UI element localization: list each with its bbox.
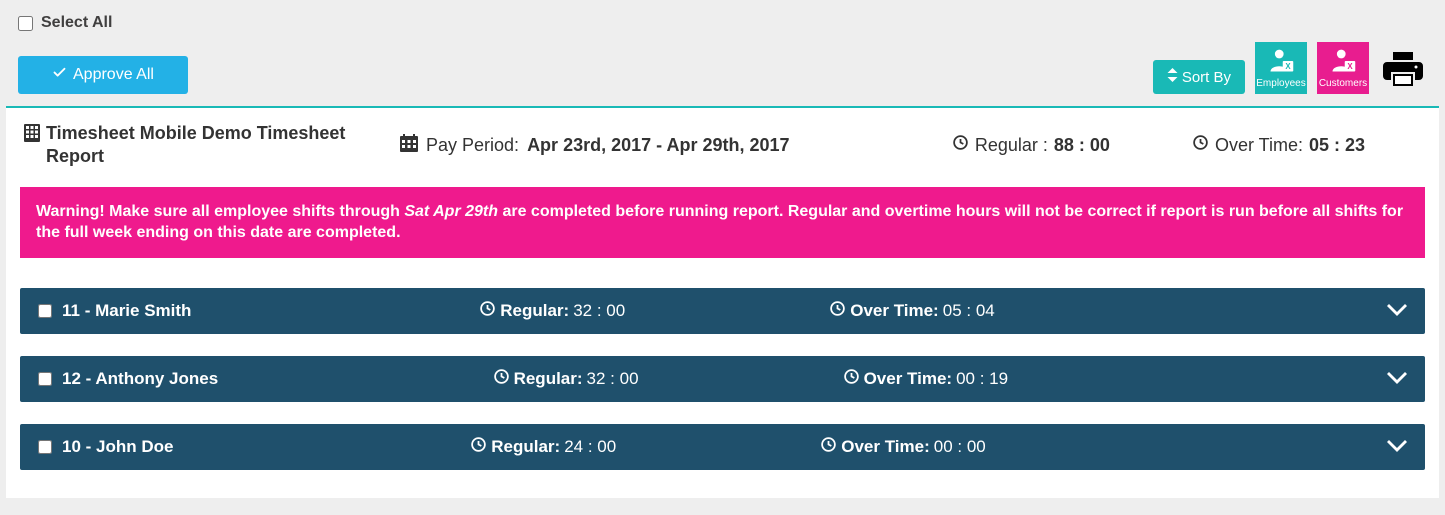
overtime-label: Over Time:: [864, 369, 953, 389]
clock-icon: [1192, 134, 1209, 156]
clock-icon: [493, 368, 510, 390]
expand-toggle[interactable]: [1387, 438, 1407, 455]
employee-row[interactable]: 12 - Anthony Jones Regular: 32 : 00 Over…: [20, 356, 1425, 402]
person-excel-icon: X: [1267, 47, 1295, 79]
clock-icon: [843, 368, 860, 390]
warning-text-emphasis: Sat Apr 29th: [404, 203, 498, 220]
employee-name: 11 - Marie Smith: [62, 301, 191, 321]
overtime-label: Over Time:: [850, 301, 939, 321]
clock-icon: [479, 300, 496, 322]
pay-period: Pay Period: Apr 23rd, 2017 - Apr 29th, 20…: [400, 134, 790, 157]
clock-icon: [470, 436, 487, 458]
printer-icon: [1383, 50, 1423, 91]
export-employees-button[interactable]: X Employees: [1255, 42, 1307, 94]
svg-text:X: X: [1285, 62, 1291, 71]
svg-text:X: X: [1347, 62, 1353, 71]
regular-value: 32 : 00: [573, 301, 625, 321]
sort-by-button[interactable]: Sort By: [1153, 60, 1245, 94]
report-panel: Timesheet Mobile Demo Timesheet Report P…: [6, 106, 1439, 498]
overtime-value: 05 : 04: [943, 301, 995, 321]
overtime-value: 00 : 19: [956, 369, 1008, 389]
employee-row[interactable]: 10 - John Doe Regular: 24 : 00 Over Time…: [20, 424, 1425, 470]
warning-banner: Warning! Make sure all employee shifts t…: [20, 187, 1425, 258]
print-button[interactable]: [1379, 46, 1427, 94]
report-title: Timesheet Mobile Demo Timesheet Report: [24, 122, 384, 169]
calendar-icon: [400, 134, 418, 157]
employee-checkbox[interactable]: [38, 304, 52, 318]
warning-text-prefix: Warning! Make sure all employee shifts t…: [36, 203, 404, 220]
person-excel-icon: X: [1329, 47, 1357, 79]
overtime-label: Over Time:: [841, 437, 930, 457]
export-customers-label: Customers: [1319, 79, 1367, 89]
select-all-label[interactable]: Select All: [41, 14, 112, 32]
regular-label: Regular:: [514, 369, 583, 389]
regular-label: Regular:: [500, 301, 569, 321]
clock-icon: [829, 300, 846, 322]
employee-row[interactable]: 11 - Marie Smith Regular: 32 : 00 Over T…: [20, 288, 1425, 334]
expand-toggle[interactable]: [1387, 302, 1407, 319]
report-title-text: Timesheet Mobile Demo Timesheet Report: [46, 122, 384, 169]
pay-period-value: Apr 23rd, 2017 - Apr 29th, 2017: [527, 135, 789, 156]
regular-value: 24 : 00: [564, 437, 616, 457]
export-employees-label: Employees: [1256, 79, 1305, 89]
employee-checkbox[interactable]: [38, 372, 52, 386]
chevron-down-icon: [1387, 370, 1407, 387]
chevron-down-icon: [1387, 302, 1407, 319]
expand-toggle[interactable]: [1387, 370, 1407, 387]
regular-value: 32 : 00: [587, 369, 639, 389]
summary-overtime-value: 05 : 23: [1309, 135, 1365, 156]
employee-name: 12 - Anthony Jones: [62, 369, 218, 389]
sort-by-label: Sort By: [1182, 69, 1231, 86]
sort-icon: [1167, 68, 1178, 86]
employee-name: 10 - John Doe: [62, 437, 173, 457]
regular-label: Regular:: [491, 437, 560, 457]
summary-overtime: Over Time: 05 : 23: [1192, 134, 1365, 156]
select-all-row: Select All: [18, 14, 1427, 32]
approve-all-button[interactable]: Approve All: [18, 56, 188, 94]
approve-all-label: Approve All: [73, 66, 154, 84]
clock-icon: [952, 134, 969, 156]
summary-regular: Regular : 88 : 00: [952, 134, 1110, 156]
select-all-checkbox[interactable]: [18, 16, 33, 31]
export-customers-button[interactable]: X Customers: [1317, 42, 1369, 94]
pay-period-label: Pay Period:: [426, 135, 519, 156]
chevron-down-icon: [1387, 438, 1407, 455]
overtime-value: 00 : 00: [934, 437, 986, 457]
clock-icon: [820, 436, 837, 458]
summary-overtime-label: Over Time:: [1215, 135, 1303, 156]
summary-regular-value: 88 : 00: [1054, 135, 1110, 156]
check-icon: [52, 65, 67, 85]
summary-regular-label: Regular :: [975, 135, 1048, 156]
employee-checkbox[interactable]: [38, 440, 52, 454]
